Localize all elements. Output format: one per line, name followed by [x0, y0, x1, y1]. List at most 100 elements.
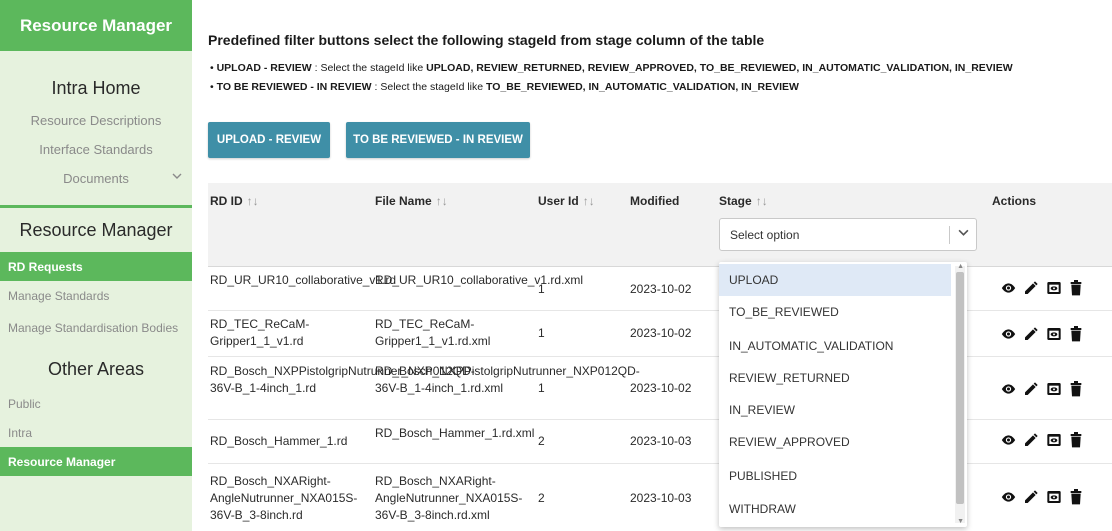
sidebar-item-interface-standards[interactable]: Interface Standards	[0, 135, 192, 164]
stage-option-to-be-reviewed[interactable]: TO_BE_REVIEWED	[719, 296, 951, 328]
table-row[interactable]: RD_Bosch_Hammer_1.rd RD_Bosch_Hammer_1.r…	[208, 420, 1112, 464]
sidebar-heading-intra-home[interactable]: Intra Home	[0, 78, 192, 106]
scroll-down-arrow-icon[interactable]: ▼	[957, 518, 964, 525]
sidebar-divider	[0, 205, 192, 208]
bullet-key: UPLOAD - REVIEW	[216, 62, 312, 74]
sort-icon[interactable]: ↑↓	[756, 194, 768, 208]
trash-icon[interactable]	[1069, 280, 1085, 296]
cell-modified: 2023-10-02	[630, 326, 692, 340]
stage-option-upload[interactable]: UPLOAD	[719, 264, 951, 296]
column-header-user-id[interactable]: User Id ↑↓	[538, 194, 595, 208]
eye-icon[interactable]	[1000, 432, 1016, 448]
table-row[interactable]: RD_Bosch_NXPPistolgripNutrunner_NXP012QD…	[208, 357, 1112, 420]
preview-icon[interactable]	[1046, 326, 1062, 342]
stage-option-withdraw[interactable]: WITHDRAW	[719, 493, 951, 525]
sidebar: Resource Manager Intra Home Resource Des…	[0, 0, 192, 531]
trash-icon[interactable]	[1069, 432, 1085, 448]
stage-option-published[interactable]: PUBLISHED	[719, 460, 951, 492]
sort-icon[interactable]: ↑↓	[247, 194, 259, 208]
column-header-label: Stage	[719, 194, 752, 208]
bullet-values: UPLOAD, REVIEW_RETURNED, REVIEW_APPROVED…	[426, 62, 1013, 74]
column-header-stage[interactable]: Stage ↑↓	[719, 194, 768, 208]
preview-icon[interactable]	[1046, 381, 1062, 397]
main-content: Predefined filter buttons select the fol…	[192, 0, 1112, 531]
table-header: RD ID ↑↓ File Name ↑↓ User Id ↑↓ Modified S…	[208, 183, 1112, 267]
sidebar-item-documents-label: Documents	[63, 171, 129, 186]
cell-modified: 2023-10-03	[630, 434, 692, 448]
preview-icon[interactable]	[1046, 489, 1062, 505]
stage-option-in-review[interactable]: IN_REVIEW	[719, 394, 951, 426]
trash-icon[interactable]	[1069, 489, 1085, 505]
column-header-actions: Actions	[992, 194, 1037, 208]
scroll-up-arrow-icon[interactable]: ▲	[957, 263, 964, 270]
cell-rd-id: RD_UR_UR10_collaborative_v1.rd	[210, 273, 397, 287]
eye-icon[interactable]	[1000, 326, 1016, 342]
stage-option-review-returned[interactable]: REVIEW_RETURNED	[719, 362, 951, 394]
cell-user-id: 1	[538, 282, 545, 296]
sidebar-item-manage-standardisation-bodies[interactable]: Manage Standardisation Bodies	[0, 310, 192, 347]
row-actions	[1000, 326, 1085, 342]
column-header-label: User Id	[538, 194, 579, 208]
stage-filter-placeholder: Select option	[730, 228, 800, 242]
stage-option-in-automatic-validation[interactable]: IN_AUTOMATIC_VALIDATION	[719, 330, 951, 362]
cell-modified: 2023-10-02	[630, 381, 692, 395]
brand-title[interactable]: Resource Manager	[0, 0, 192, 51]
pencil-icon[interactable]	[1023, 489, 1039, 505]
row-actions	[1000, 489, 1085, 505]
sidebar-heading-resource-manager: Resource Manager	[19, 220, 173, 240]
sort-icon[interactable]: ↑↓	[436, 194, 448, 208]
table-row[interactable]: RD_Bosch_NXARight-AngleNutrunner_NXA015S…	[208, 464, 1112, 531]
bullet-text: Select the stageId like	[380, 81, 484, 93]
cell-rd-id: RD_Bosch_Hammer_1.rd	[210, 434, 348, 448]
row-actions	[1000, 432, 1085, 448]
eye-icon[interactable]	[1000, 381, 1016, 397]
sidebar-item-resource-descriptions[interactable]: Resource Descriptions	[0, 106, 192, 135]
preview-icon[interactable]	[1046, 280, 1062, 296]
eye-icon[interactable]	[1000, 489, 1016, 505]
pencil-icon[interactable]	[1023, 381, 1039, 397]
sidebar-item-rd-requests[interactable]: RD Requests	[0, 252, 192, 281]
cell-user-id: 1	[538, 326, 545, 340]
stage-dropdown-menu: UPLOAD TO_BE_REVIEWED IN_AUTOMATIC_VALID…	[719, 262, 967, 527]
dropdown-scrollbar-thumb[interactable]	[956, 272, 964, 504]
trash-icon[interactable]	[1069, 326, 1085, 342]
cell-file-name: RD_TEC_ReCaM-Gripper1_1_v1.rd.xml	[375, 317, 491, 348]
sidebar-item-public[interactable]: Public	[0, 389, 192, 418]
cell-modified: 2023-10-02	[630, 282, 692, 296]
column-header-file-name[interactable]: File Name ↑↓	[375, 194, 448, 208]
select-separator	[949, 226, 950, 244]
column-header-label: RD ID	[210, 194, 243, 208]
sort-icon[interactable]: ↑↓	[583, 194, 595, 208]
table-row[interactable]: RD_UR_UR10_collaborative_v1.rd RD_UR_UR1…	[208, 267, 1112, 311]
preview-icon[interactable]	[1046, 432, 1062, 448]
pencil-icon[interactable]	[1023, 326, 1039, 342]
bullet-key: TO BE REVIEWED - IN REVIEW	[216, 81, 372, 93]
upload-review-button[interactable]: UPLOAD - REVIEW	[208, 122, 330, 158]
eye-icon[interactable]	[1000, 280, 1016, 296]
cell-modified: 2023-10-03	[630, 491, 692, 505]
bullet-text: Select the stageId like	[320, 62, 424, 74]
cell-file-name: RD_Bosch_Hammer_1.rd.xml	[375, 426, 535, 440]
sidebar-item-documents[interactable]: Documents	[0, 164, 192, 193]
cell-rd-id: RD_Bosch_NXPPistolgripNutrunner_NXP012QD…	[210, 364, 475, 395]
sidebar-item-intra[interactable]: Intra	[0, 418, 192, 447]
pencil-icon[interactable]	[1023, 432, 1039, 448]
cell-user-id: 2	[538, 434, 545, 448]
column-header-rd-id[interactable]: RD ID ↑↓	[210, 194, 259, 208]
cell-file-name: RD_Bosch_NXARight-AngleNutrunner_NXA015S…	[375, 474, 523, 522]
to-be-reviewed-in-review-button[interactable]: TO BE REVIEWED - IN REVIEW	[346, 122, 530, 158]
chevron-down-icon[interactable]	[958, 227, 969, 241]
pencil-icon[interactable]	[1023, 280, 1039, 296]
stage-option-review-approved[interactable]: REVIEW_APPROVED	[719, 426, 951, 458]
page-title: Predefined filter buttons select the fol…	[208, 32, 765, 48]
sidebar-item-resource-manager[interactable]: Resource Manager	[0, 447, 192, 476]
column-header-modified: Modified	[630, 194, 680, 208]
trash-icon[interactable]	[1069, 381, 1085, 397]
filter-description-upload-review: • UPLOAD - REVIEW : Select the stageId l…	[210, 62, 1013, 74]
cell-rd-id: RD_TEC_ReCaM-Gripper1_1_v1.rd	[210, 317, 310, 348]
stage-filter-select[interactable]: Select option	[719, 218, 977, 251]
table-row[interactable]: RD_TEC_ReCaM-Gripper1_1_v1.rd RD_TEC_ReC…	[208, 311, 1112, 357]
cell-file-name: RD_UR_UR10_collaborative_v1.rd.xml	[375, 273, 584, 287]
sidebar-item-manage-standards[interactable]: Manage Standards	[0, 281, 192, 310]
cell-user-id: 2	[538, 491, 545, 505]
